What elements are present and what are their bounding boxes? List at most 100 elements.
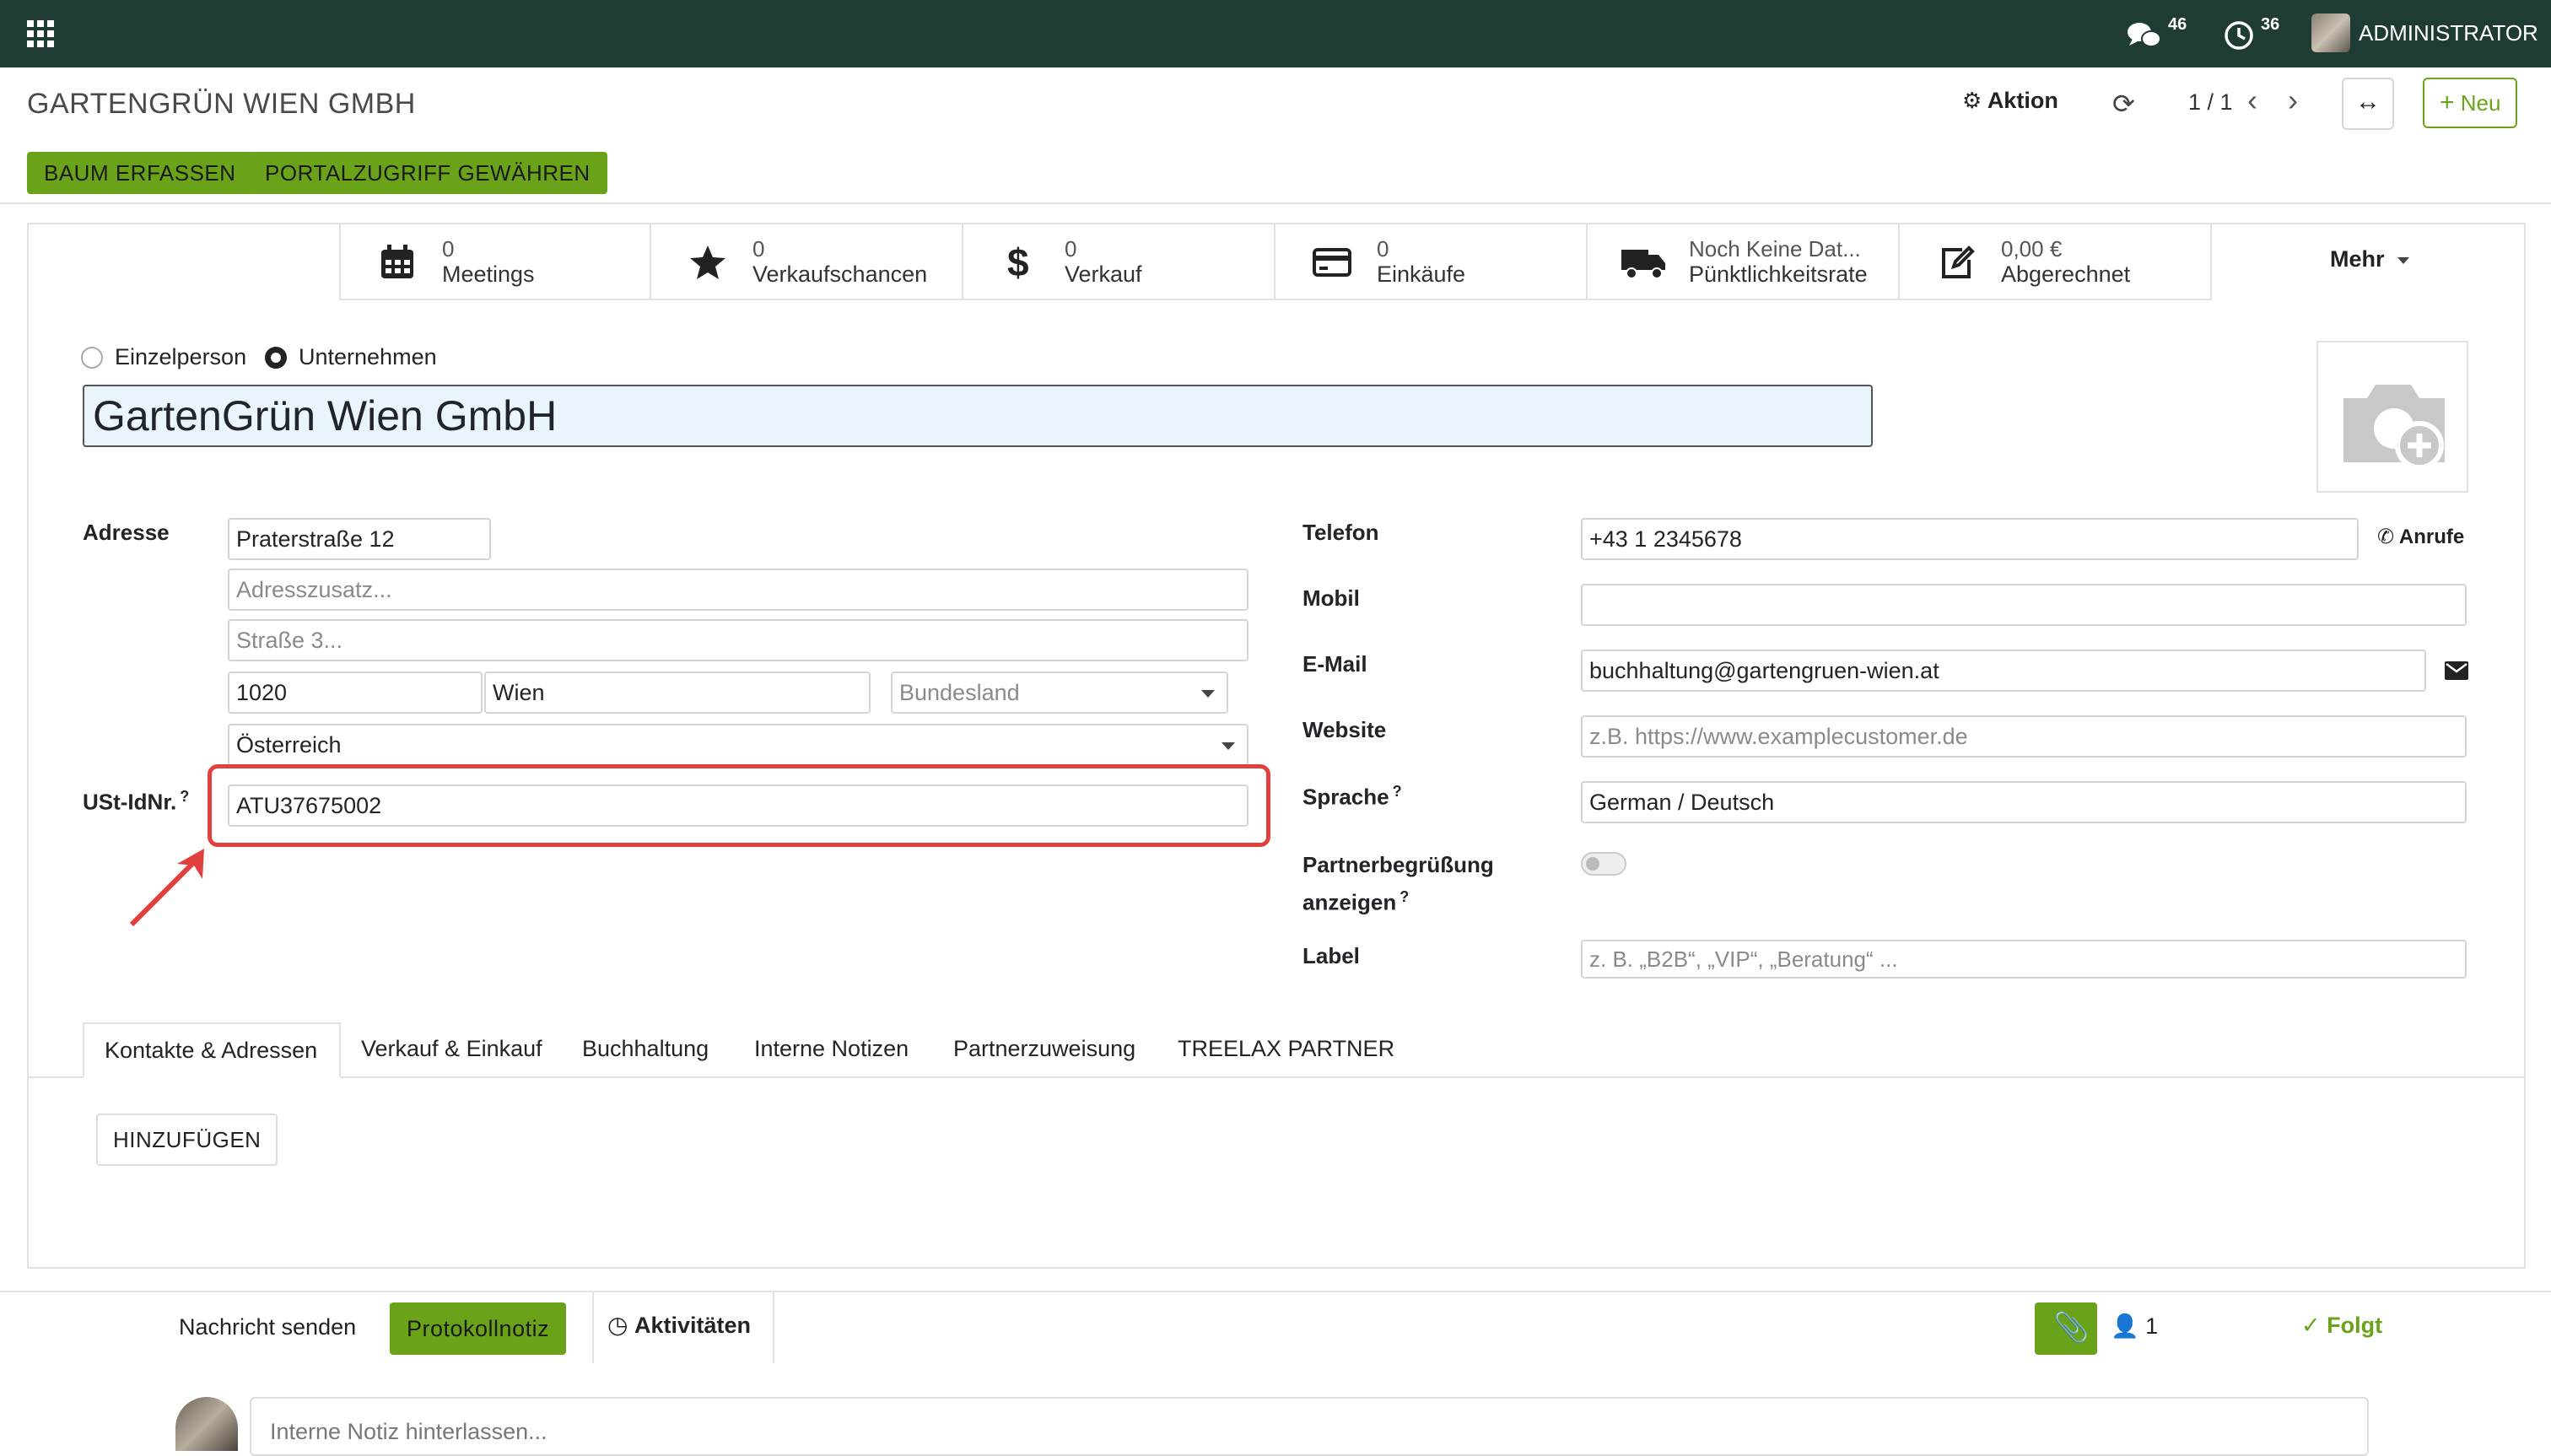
new-label: Neu xyxy=(2460,90,2501,116)
clock-icon: ◷ xyxy=(607,1312,628,1338)
tab-contacts-addresses[interactable]: Kontakte & Adressen xyxy=(83,1022,341,1078)
phone-input[interactable]: +43 1 2345678 xyxy=(1581,518,2359,560)
edit-icon xyxy=(1942,245,1975,278)
website-label: Website xyxy=(1302,717,1387,742)
help-icon[interactable]: ? xyxy=(1400,888,1409,905)
pager-next-icon[interactable]: › xyxy=(2288,83,2298,118)
chatter-avatar xyxy=(175,1397,238,1451)
toggle-knob xyxy=(1586,857,1599,871)
tree-capture-button[interactable]: BAUM ERFASSEN xyxy=(27,152,253,194)
country-value: Österreich xyxy=(236,732,342,758)
email-input[interactable]: buchhaltung@gartengruen-wien.at xyxy=(1581,650,2426,692)
pager-value[interactable]: 1 / 1 xyxy=(2188,89,2233,116)
gear-icon: ⚙ xyxy=(1962,88,1982,113)
following-button[interactable]: ✓ Folgt xyxy=(2301,1313,2382,1339)
stat-value: 0 xyxy=(442,236,455,262)
attachments-button[interactable]: 📎 xyxy=(2035,1302,2097,1355)
stat-value: Noch Keine Dat... xyxy=(1689,236,1861,262)
language-select[interactable]: German / Deutsch xyxy=(1581,781,2467,823)
vat-label: USt-IdNr.? xyxy=(83,788,189,816)
activities-button-chatter[interactable]: ◷ Aktivitäten xyxy=(592,1292,774,1363)
pager-previous-icon[interactable]: ‹ xyxy=(2247,83,2257,118)
new-record-button[interactable]: + Neu xyxy=(2423,78,2518,128)
phone-label: Telefon xyxy=(1302,520,1379,545)
tag-label: Label xyxy=(1302,943,1360,968)
stat-button-on-time-rate[interactable]: Noch Keine Dat... Pünktlichkeitsrate xyxy=(1588,224,1900,300)
stat-label: Verkaufschancen xyxy=(752,262,928,287)
stat-button-opportunities[interactable]: 0 Verkaufschancen xyxy=(651,224,963,300)
help-icon[interactable]: ? xyxy=(180,788,189,805)
clock-icon xyxy=(2225,21,2253,50)
street3-input[interactable]: Straße 3... xyxy=(228,619,1249,661)
chat-icon xyxy=(2128,23,2161,47)
street-input[interactable]: Praterstraße 12 xyxy=(228,518,491,560)
tab-accounting[interactable]: Buchhaltung xyxy=(582,1036,709,1062)
calendar-icon xyxy=(381,245,413,278)
activities-button[interactable]: 36 xyxy=(2224,15,2291,52)
radio-checked-icon xyxy=(265,347,287,369)
mobile-label: Mobil xyxy=(1302,585,1360,611)
stat-value: 0 xyxy=(1377,236,1389,262)
log-note-button[interactable]: Protokollnotiz xyxy=(390,1302,567,1355)
partner-name-input[interactable]: GartenGrün Wien GmbH xyxy=(83,385,1873,447)
call-button[interactable]: ✆ Anrufe xyxy=(2377,525,2464,549)
notebook-tabs xyxy=(29,1076,2524,1078)
check-icon: ✓ xyxy=(2301,1313,2321,1338)
messages-button[interactable]: 46 xyxy=(2126,15,2193,52)
expand-width-button[interactable]: ↔ xyxy=(2342,78,2394,130)
more-label: Mehr xyxy=(2330,246,2385,272)
greeting-label: Partnerbegrüßung anzeigen? xyxy=(1302,849,1494,919)
envelope-icon[interactable] xyxy=(2445,661,2468,680)
mobile-input[interactable] xyxy=(1581,584,2467,626)
action-menu-button[interactable]: ⚙ Aktion xyxy=(1962,88,2058,121)
tab-treelax-partner[interactable]: TREELAX PARTNER xyxy=(1178,1036,1394,1062)
phone-icon: ✆ xyxy=(2377,526,2395,548)
street2-input[interactable]: Adresszusatz... xyxy=(228,569,1249,611)
state-select[interactable]: Bundesland xyxy=(891,671,1228,714)
website-input[interactable]: z.B. https://www.examplecustomer.de xyxy=(1581,715,2467,758)
tab-internal-notes[interactable]: Interne Notizen xyxy=(754,1036,909,1062)
radio-label-individual: Einzelperson xyxy=(115,344,247,369)
arrows-horizontal-icon: ↔ xyxy=(2355,88,2381,116)
partner-image-upload[interactable] xyxy=(2316,341,2468,493)
tab-partner-assignment[interactable]: Partnerzuweisung xyxy=(953,1036,1135,1062)
followers-count: 1 xyxy=(2145,1313,2159,1339)
user-menu[interactable]: ADMINISTRATOR xyxy=(2311,13,2539,54)
more-stats-dropdown[interactable]: Mehr xyxy=(2330,246,2410,272)
activities-label: Aktivitäten xyxy=(634,1313,752,1338)
stat-value: 0,00 € xyxy=(2001,236,2063,262)
note-composer-input[interactable]: Interne Notiz hinterlassen... xyxy=(250,1397,2369,1456)
paperclip-icon: 📎 xyxy=(2053,1312,2090,1344)
stat-label: Einkäufe xyxy=(1377,262,1466,287)
credit-card-icon xyxy=(1313,248,1351,277)
address-label: Adresse xyxy=(83,520,170,545)
language-label: Sprache? xyxy=(1302,783,1402,811)
email-label: E-Mail xyxy=(1302,651,1367,677)
apps-menu-icon[interactable] xyxy=(27,20,54,47)
city-input[interactable]: Wien xyxy=(484,671,871,714)
country-select[interactable]: Österreich xyxy=(228,724,1249,766)
refresh-icon[interactable]: ⟳ xyxy=(2112,88,2135,120)
stat-button-purchases[interactable]: 0 Einkäufe xyxy=(1276,224,1588,300)
send-message-button[interactable]: Nachricht senden xyxy=(179,1314,356,1340)
stat-button-sales[interactable]: $ 0 Verkauf xyxy=(963,224,1276,300)
followers-button[interactable]: 👤 1 xyxy=(2111,1313,2158,1340)
caret-down-icon xyxy=(1222,742,1235,750)
action-label: Aktion xyxy=(1987,88,2058,113)
stat-label: Meetings xyxy=(442,262,535,287)
state-placeholder: Bundesland xyxy=(899,680,1020,705)
help-icon[interactable]: ? xyxy=(1393,783,1402,800)
stat-button-invoiced[interactable]: 0,00 € Abgerechnet xyxy=(1900,224,2212,300)
portal-access-button[interactable]: PORTALZUGRIFF GEWÄHREN xyxy=(248,152,607,194)
greeting-toggle[interactable] xyxy=(1581,852,1626,876)
add-contact-button[interactable]: HINZUFÜGEN xyxy=(96,1114,278,1166)
zip-input[interactable]: 1020 xyxy=(228,671,483,714)
tab-sales-purchase[interactable]: Verkauf & Einkauf xyxy=(361,1036,542,1062)
radio-label-company: Unternehmen xyxy=(299,344,437,369)
stat-button-meetings[interactable]: 0 Meetings xyxy=(339,224,651,300)
stat-label: Abgerechnet xyxy=(2001,262,2131,287)
caret-down-icon xyxy=(2397,256,2410,264)
caret-down-icon xyxy=(1201,690,1215,698)
user-icon: 👤 xyxy=(2111,1313,2139,1339)
tag-input[interactable]: z. B. „B2B“, „VIP“, „Beratung“ ... xyxy=(1581,940,2467,979)
